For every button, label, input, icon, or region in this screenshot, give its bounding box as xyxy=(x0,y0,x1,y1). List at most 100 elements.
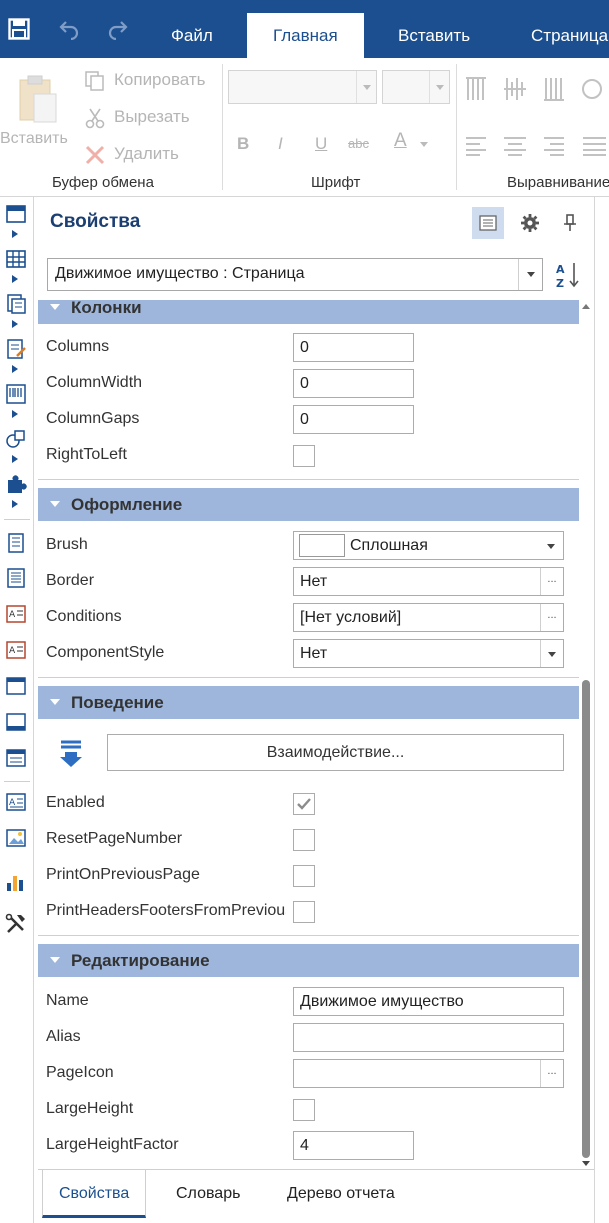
prop-name-printheadersfooters: PrintHeadersFootersFromPrevious xyxy=(46,902,286,919)
prop-name-printonpreviouspage: PrintOnPreviousPage xyxy=(46,866,200,883)
redo-icon[interactable] xyxy=(103,14,133,44)
sort-button[interactable]: A Z xyxy=(554,260,582,290)
toolbox-separator xyxy=(4,519,30,520)
category-editing[interactable]: Редактирование xyxy=(38,944,579,977)
font-color-button[interactable]: A xyxy=(392,130,432,158)
settings-button[interactable] xyxy=(514,207,546,239)
scroll-down-icon[interactable] xyxy=(582,1161,590,1166)
prop-printonpreviouspage-checkbox[interactable] xyxy=(293,865,315,887)
interaction-button[interactable]: Взаимодействие... xyxy=(107,734,564,771)
prop-alias-input[interactable] xyxy=(293,1023,564,1052)
scissors-icon xyxy=(85,108,105,129)
save-icon[interactable] xyxy=(4,14,34,44)
panel-top-icon[interactable] xyxy=(5,675,27,697)
prop-enabled-checkbox[interactable] xyxy=(293,793,315,815)
prop-name-columns: Columns xyxy=(46,338,110,355)
prop-columngaps-input[interactable]: 0 xyxy=(293,405,414,434)
tab-insert[interactable]: Вставить xyxy=(372,13,496,58)
rich-text-icon[interactable]: A xyxy=(5,639,27,661)
page-header-icon[interactable] xyxy=(5,532,27,554)
collapse-icon xyxy=(50,957,60,963)
svg-text:Z: Z xyxy=(556,277,564,290)
prop-brush-select[interactable]: Сплошная xyxy=(293,531,564,560)
barcode-icon[interactable] xyxy=(5,383,27,405)
font-size-select[interactable] xyxy=(382,70,450,104)
cross-band-icon[interactable] xyxy=(5,248,27,270)
expand-arrow-icon[interactable] xyxy=(12,500,18,508)
strikethrough-button[interactable]: abc xyxy=(348,136,369,151)
prop-pageicon-input[interactable]: ... xyxy=(293,1059,564,1088)
object-selector[interactable]: Движимое имущество : Страница xyxy=(47,258,543,291)
underline-button[interactable]: U xyxy=(315,134,327,154)
text-box-icon[interactable]: A xyxy=(5,791,27,813)
properties-panel: Свойства Движимое имущество : Страница A… xyxy=(38,197,594,1223)
grid-separator xyxy=(38,677,579,678)
grid-separator xyxy=(38,935,579,936)
prop-resetpagenumber-checkbox[interactable] xyxy=(293,829,315,851)
horizontal-align-icons[interactable] xyxy=(466,136,609,156)
text-edit-icon[interactable] xyxy=(5,338,27,360)
shapes-icon[interactable] xyxy=(5,428,27,450)
tab-page[interactable]: Страница xyxy=(505,13,609,58)
categorized-view-button[interactable] xyxy=(472,207,504,239)
image-icon[interactable] xyxy=(5,827,27,849)
prop-columnwidth-input[interactable]: 0 xyxy=(293,369,414,398)
expand-arrow-icon[interactable] xyxy=(12,455,18,463)
paste-button[interactable]: Вставить xyxy=(0,68,70,158)
svg-text:A: A xyxy=(9,610,16,620)
tab-report-tree[interactable]: Дерево отчета xyxy=(271,1170,411,1218)
ellipsis-button[interactable]: ... xyxy=(540,604,563,631)
category-columns[interactable]: Колонки xyxy=(38,300,579,324)
prop-name-largeheightfactor: LargeHeightFactor xyxy=(46,1136,179,1153)
tab-file[interactable]: Файл xyxy=(145,13,239,58)
prop-columns-input[interactable]: 0 xyxy=(293,333,414,362)
font-family-select[interactable] xyxy=(228,70,377,104)
prop-printheadersfooters-checkbox[interactable] xyxy=(293,901,315,923)
sub-report-icon[interactable] xyxy=(5,293,27,315)
undo-icon[interactable] xyxy=(54,14,84,44)
tab-home[interactable]: Главная xyxy=(247,13,364,58)
expand-arrow-icon[interactable] xyxy=(12,275,18,283)
category-appearance[interactable]: Оформление xyxy=(38,488,579,521)
prop-righttoleft-checkbox[interactable] xyxy=(293,445,315,467)
scroll-up-icon[interactable] xyxy=(582,304,590,309)
prop-name-brush: Brush xyxy=(46,536,88,553)
tab-dictionary[interactable]: Словарь xyxy=(160,1170,256,1218)
chart-icon[interactable] xyxy=(5,871,27,893)
clipboard-group-label: Буфер обмена xyxy=(52,174,154,191)
expand-arrow-icon[interactable] xyxy=(12,365,18,373)
svg-text:A: A xyxy=(9,646,16,656)
panel-bottom-icon[interactable] xyxy=(5,711,27,733)
bold-button[interactable]: B xyxy=(237,134,249,154)
prop-componentstyle-select[interactable]: Нет xyxy=(293,639,564,668)
prop-border-input[interactable]: Нет ... xyxy=(293,567,564,596)
category-columns-label: Колонки xyxy=(71,300,142,317)
italic-button[interactable]: I xyxy=(278,134,283,154)
table-icon[interactable] xyxy=(5,747,27,769)
band-icon[interactable] xyxy=(5,203,27,225)
check-icon xyxy=(297,798,311,810)
text-icon[interactable]: A xyxy=(5,603,27,625)
vertical-scrollbar[interactable] xyxy=(579,300,594,1170)
tools-icon[interactable] xyxy=(5,913,27,935)
splitter[interactable] xyxy=(594,197,595,1223)
copy-icon xyxy=(85,71,104,91)
data-band-icon[interactable] xyxy=(5,567,27,589)
expand-arrow-icon[interactable] xyxy=(12,410,18,418)
vertical-align-icons[interactable] xyxy=(466,74,609,104)
ellipsis-button[interactable]: ... xyxy=(540,568,563,595)
expand-arrow-icon[interactable] xyxy=(12,320,18,328)
expand-arrow-icon[interactable] xyxy=(12,230,18,238)
pin-button[interactable] xyxy=(554,207,586,239)
scrollbar-thumb[interactable] xyxy=(582,680,590,1158)
prop-largeheightfactor-input[interactable]: 4 xyxy=(293,1131,414,1160)
tab-properties[interactable]: Свойства xyxy=(42,1170,147,1218)
category-behavior[interactable]: Поведение xyxy=(38,686,579,719)
prop-name-input[interactable]: Движимое имущество xyxy=(293,987,564,1016)
prop-largeheight-checkbox[interactable] xyxy=(293,1099,315,1121)
ellipsis-button[interactable]: ... xyxy=(540,1060,563,1087)
chevron-down-icon xyxy=(527,272,535,277)
prop-conditions-input[interactable]: [Нет условий] ... xyxy=(293,603,564,632)
gear-icon xyxy=(521,214,539,232)
puzzle-icon[interactable] xyxy=(5,473,27,495)
